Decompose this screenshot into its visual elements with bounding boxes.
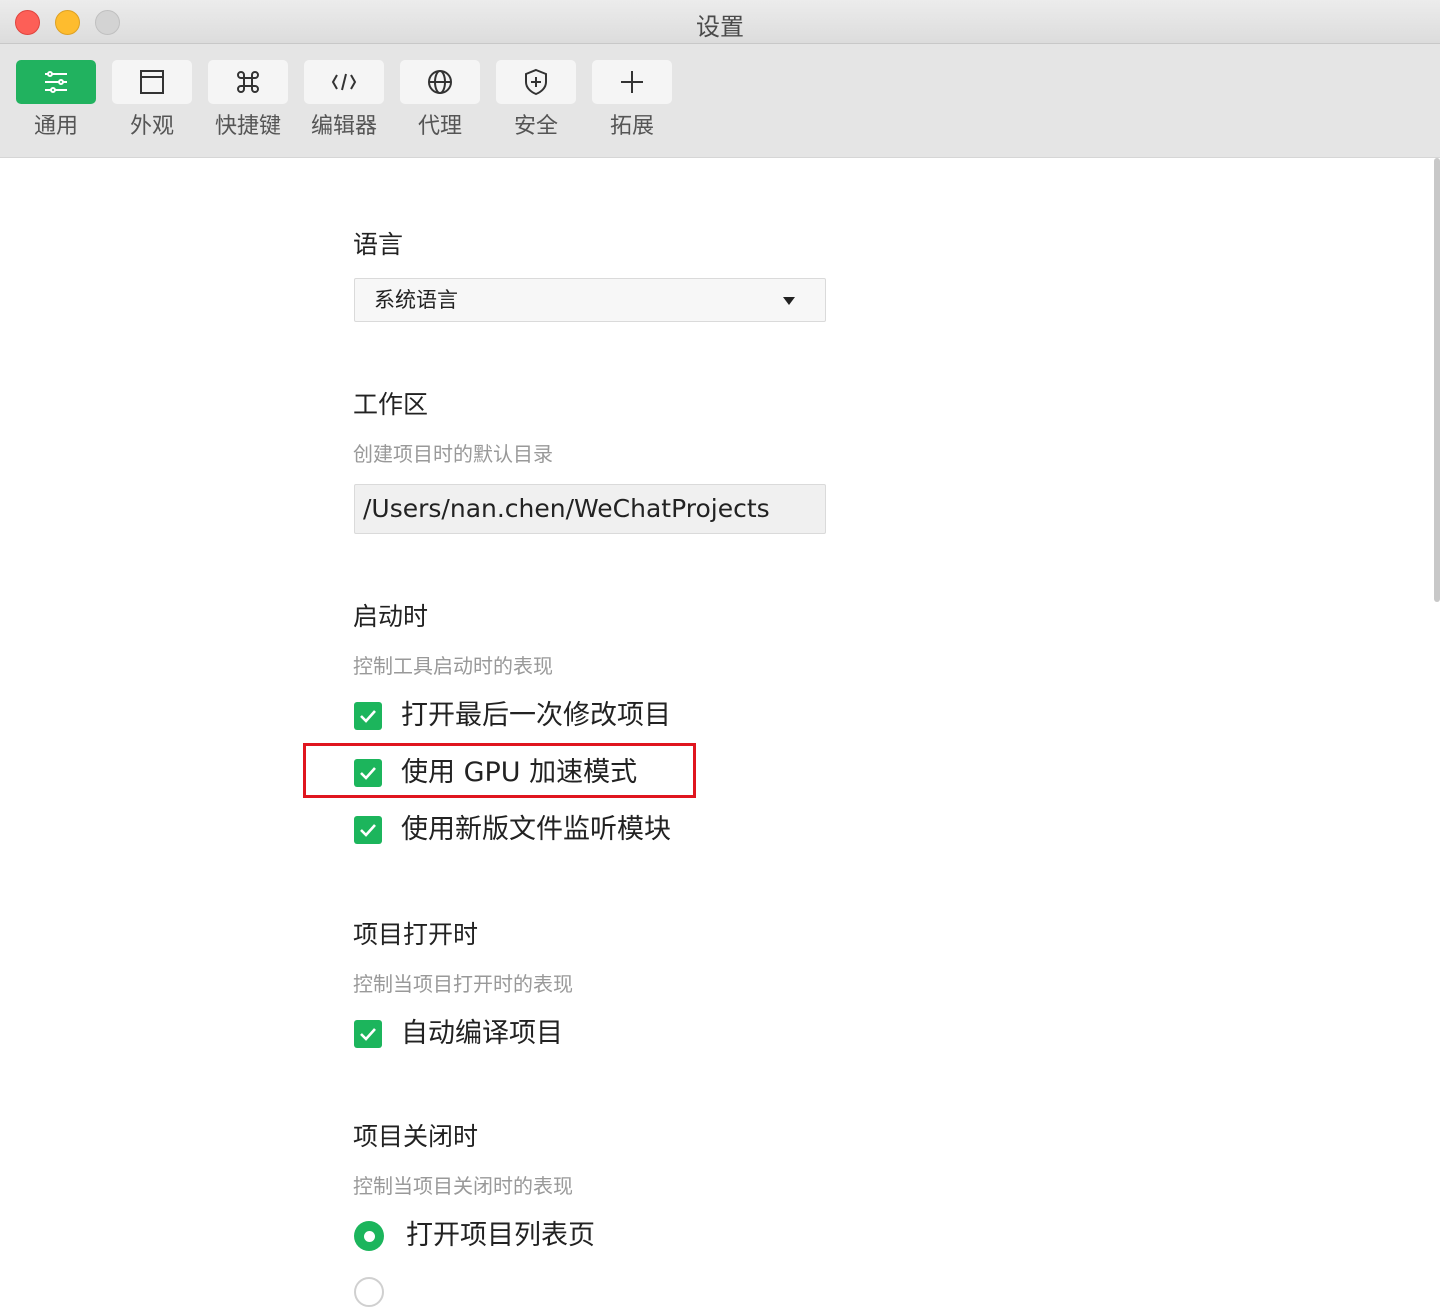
tab-general[interactable]: 通用 bbox=[16, 60, 96, 150]
language-title: 语言 bbox=[353, 230, 404, 259]
tab-shortcuts-label: 快捷键 bbox=[214, 114, 281, 139]
project-close-desc: 控制当项目关闭时的表现 bbox=[353, 1174, 573, 1198]
window-icon bbox=[112, 60, 192, 104]
checkbox-checked[interactable] bbox=[354, 1020, 382, 1048]
tab-appearance[interactable]: 外观 bbox=[112, 60, 192, 150]
title-bar: 设置 bbox=[0, 0, 1440, 44]
tab-shortcuts[interactable]: 快捷键 bbox=[208, 60, 288, 150]
project-close-option-open-list[interactable]: 打开项目列表页 bbox=[354, 1218, 595, 1254]
command-key-icon bbox=[208, 60, 288, 104]
language-select[interactable]: 系统语言 bbox=[354, 278, 826, 322]
project-open-title: 项目打开时 bbox=[353, 920, 479, 949]
settings-toolbar: 通用 外观 快捷键 编辑器 代理 安全 拓展 bbox=[0, 44, 1440, 158]
project-close-option-label: 打开项目列表页 bbox=[406, 1220, 595, 1251]
project-open-option-auto-compile[interactable]: 自动编译项目 bbox=[354, 1016, 563, 1052]
radio-unselected[interactable] bbox=[354, 1277, 384, 1307]
plus-icon bbox=[592, 60, 672, 104]
radio-selected[interactable] bbox=[354, 1221, 384, 1251]
checkmark-icon bbox=[360, 824, 376, 837]
project-open-desc: 控制当项目打开时的表现 bbox=[353, 972, 573, 996]
startup-option-label: 使用新版文件监听模块 bbox=[401, 814, 671, 845]
tab-extensions-label: 拓展 bbox=[609, 114, 654, 139]
caret-down-icon bbox=[783, 297, 795, 305]
startup-option-label: 打开最后一次修改项目 bbox=[401, 700, 671, 731]
checkbox-checked[interactable] bbox=[354, 816, 382, 844]
startup-title: 启动时 bbox=[353, 602, 429, 631]
highlight-box bbox=[303, 743, 696, 798]
tab-extensions[interactable]: 拓展 bbox=[592, 60, 672, 150]
checkmark-icon bbox=[360, 710, 376, 723]
tab-editor-label: 编辑器 bbox=[310, 114, 377, 139]
project-open-option-label: 自动编译项目 bbox=[401, 1018, 563, 1049]
startup-desc: 控制工具启动时的表现 bbox=[353, 654, 553, 678]
workspace-path-input[interactable]: /Users/nan.chen/WeChatProjects bbox=[354, 484, 826, 534]
startup-option-open-last[interactable]: 打开最后一次修改项目 bbox=[354, 698, 671, 734]
workspace-title: 工作区 bbox=[353, 390, 429, 419]
checkbox-checked[interactable] bbox=[354, 702, 382, 730]
tab-proxy[interactable]: 代理 bbox=[400, 60, 480, 150]
vertical-scrollbar[interactable] bbox=[1434, 158, 1440, 602]
checkmark-icon bbox=[360, 1028, 376, 1041]
tab-proxy-label: 代理 bbox=[417, 114, 462, 139]
tab-security[interactable]: 安全 bbox=[496, 60, 576, 150]
tab-appearance-label: 外观 bbox=[129, 114, 174, 139]
tab-general-label: 通用 bbox=[33, 114, 78, 139]
code-icon bbox=[304, 60, 384, 104]
tab-editor[interactable]: 编辑器 bbox=[304, 60, 384, 150]
globe-icon bbox=[400, 60, 480, 104]
language-select-value: 系统语言 bbox=[374, 288, 458, 312]
workspace-desc: 创建项目时的默认目录 bbox=[353, 442, 553, 466]
shield-icon bbox=[496, 60, 576, 104]
window-title: 设置 bbox=[696, 13, 744, 41]
project-close-option-second[interactable] bbox=[354, 1274, 406, 1310]
project-close-title: 项目关闭时 bbox=[353, 1122, 479, 1151]
sliders-icon bbox=[16, 60, 96, 104]
startup-option-file-watcher[interactable]: 使用新版文件监听模块 bbox=[354, 812, 671, 848]
tab-security-label: 安全 bbox=[513, 114, 558, 139]
